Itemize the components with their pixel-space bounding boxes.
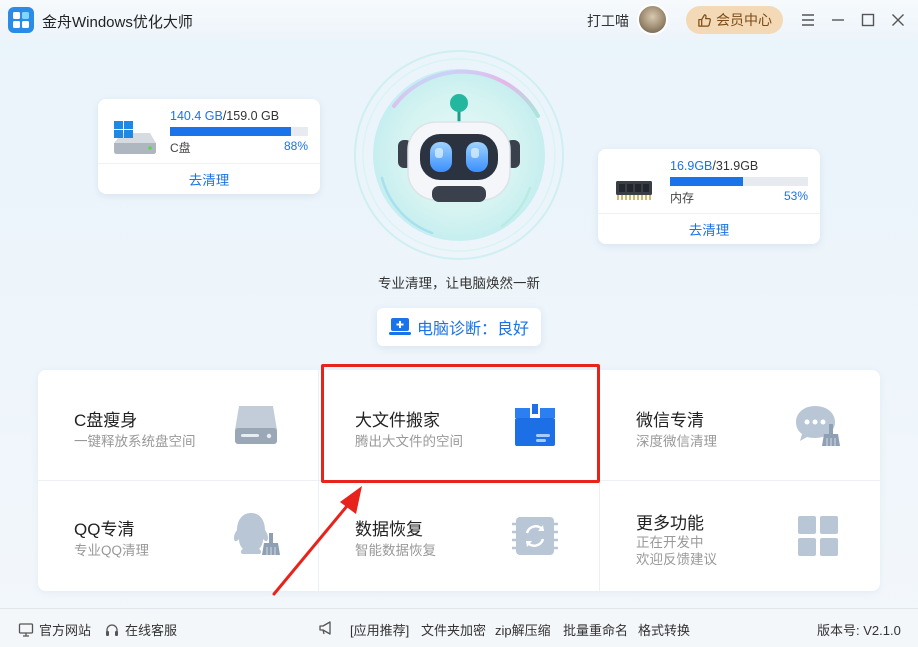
avatar[interactable] <box>637 4 668 35</box>
disk-label: C盘 <box>170 141 191 155</box>
memory-usage-fill <box>670 177 744 186</box>
disk-usage-text: 140.4 GB/159.0 GB <box>170 109 279 123</box>
more-grid-icon <box>798 516 838 556</box>
app-title: 金舟Windows优化大师 <box>42 14 193 31</box>
memory-total: /31.9GB <box>712 159 759 173</box>
feature-large-file-move[interactable]: 大文件搬家 腾出大文件的空间 <box>319 370 599 480</box>
footer-link-folder-encrypt[interactable]: 文件夹加密 <box>421 620 486 639</box>
divider <box>598 213 820 214</box>
feature-qq-clean[interactable]: QQ专清 专业QQ清理 <box>38 481 318 591</box>
menu-button[interactable] <box>798 10 818 30</box>
website-link[interactable]: 官方网站 <box>18 620 91 639</box>
memory-used: 16.9GB <box>670 159 713 173</box>
support-label: 在线客服 <box>125 623 178 638</box>
feature-grid: C盘瘦身 一键释放系统盘空间 大文件搬家 腾出大文件的空间 微信专清 深度微信清… <box>38 370 880 591</box>
memory-percent: 53% <box>783 189 808 203</box>
maximize-icon <box>861 13 875 27</box>
maximize-button[interactable] <box>858 10 878 30</box>
footer-link-zip[interactable]: zip解压缩 <box>495 620 551 639</box>
feature-subtitle: 深度微信清理 <box>636 434 717 449</box>
minimize-button[interactable] <box>828 10 848 30</box>
robot-mascot-icon[interactable] <box>352 48 566 262</box>
feature-title: 数据恢复 <box>355 520 423 539</box>
megaphone-icon <box>318 620 334 636</box>
footer-link-batch-rename[interactable]: 批量重命名 <box>563 620 628 639</box>
memory-usage-text: 16.9GB/31.9GB <box>670 159 758 173</box>
memory-clean-link[interactable]: 去清理 <box>598 219 820 239</box>
wechat-clean-icon <box>796 406 840 446</box>
qq-clean-icon <box>233 513 280 555</box>
vip-center-label: 会员中心 <box>716 12 772 28</box>
disk-usage-card: 140.4 GB/159.0 GB C盘 88% 去清理 <box>98 99 320 194</box>
divider <box>98 163 320 164</box>
feature-title: C盘瘦身 <box>74 411 138 430</box>
menu-icon <box>802 14 814 26</box>
memory-label: 内存 <box>670 191 695 205</box>
memory-chip-icon <box>616 181 652 200</box>
app-recommend-label: [应用推荐] <box>350 623 410 638</box>
disk-usage-bar <box>170 127 308 136</box>
feature-subtitle: 专业QQ清理 <box>74 543 150 558</box>
feature-data-recovery[interactable]: 数据恢复 智能数据恢复 <box>319 481 599 591</box>
megaphone-icon-svg <box>319 621 331 635</box>
monitor-icon <box>18 622 34 637</box>
hero-slogan: 专业清理，让电脑焕然一新 <box>378 276 540 291</box>
feature-subtitle: 腾出大文件的空间 <box>355 434 463 449</box>
disk-percent: 88% <box>283 139 308 153</box>
data-recovery-icon <box>512 517 558 555</box>
website-label: 官方网站 <box>39 623 92 638</box>
disk-slim-icon <box>235 406 277 444</box>
disk-total: /159.0 GB <box>222 109 280 123</box>
disk-usage-fill <box>170 127 292 136</box>
thumbs-up-icon <box>698 13 711 27</box>
title-bar: 金舟Windows优化大师 打工喵 会员中心 <box>0 0 918 40</box>
feature-title: 微信专清 <box>636 411 704 430</box>
vip-center-button[interactable]: 会员中心 <box>686 6 783 34</box>
pc-diagnosis-label: 电脑诊断：良好 <box>416 321 529 338</box>
close-button[interactable] <box>888 10 908 30</box>
feature-c-drive-slim[interactable]: C盘瘦身 一键释放系统盘空间 <box>38 370 318 480</box>
app-logo-icon <box>8 7 34 33</box>
feature-wechat-clean[interactable]: 微信专清 深度微信清理 <box>600 370 880 480</box>
memory-usage-card: 16.9GB/31.9GB 内存 53% 去清理 <box>598 149 820 244</box>
feature-more[interactable]: 更多功能 正在开发中 欢迎反馈建议 <box>600 481 880 591</box>
hard-drive-icon <box>114 121 156 154</box>
disk-used: 140.4 GB <box>170 109 223 123</box>
headset-icon <box>106 623 118 636</box>
minimize-icon <box>832 19 844 21</box>
feature-subtitle-2: 欢迎反馈建议 <box>636 552 717 567</box>
footer-bar: 官方网站 在线客服 [应用推荐] 文件夹加密 zip解压缩 批量重命名 格式转换… <box>0 608 918 647</box>
support-link[interactable]: 在线客服 <box>104 620 177 639</box>
user-name[interactable]: 打工喵 <box>587 11 629 31</box>
moving-box-icon <box>515 404 555 446</box>
disk-clean-link[interactable]: 去清理 <box>98 169 320 189</box>
footer-link-format-convert[interactable]: 格式转换 <box>638 620 690 639</box>
memory-usage-bar <box>670 177 808 186</box>
pc-diagnosis-button[interactable]: 电脑诊断：良好 <box>377 308 541 346</box>
feature-subtitle: 智能数据恢复 <box>355 543 436 558</box>
version-label: 版本号: V2.1.0 <box>817 623 901 638</box>
feature-title: 大文件搬家 <box>355 411 440 430</box>
feature-subtitle: 一键释放系统盘空间 <box>74 434 196 449</box>
feature-title: QQ专清 <box>74 520 135 539</box>
close-icon <box>892 14 904 26</box>
computer-plus-icon <box>388 318 411 335</box>
